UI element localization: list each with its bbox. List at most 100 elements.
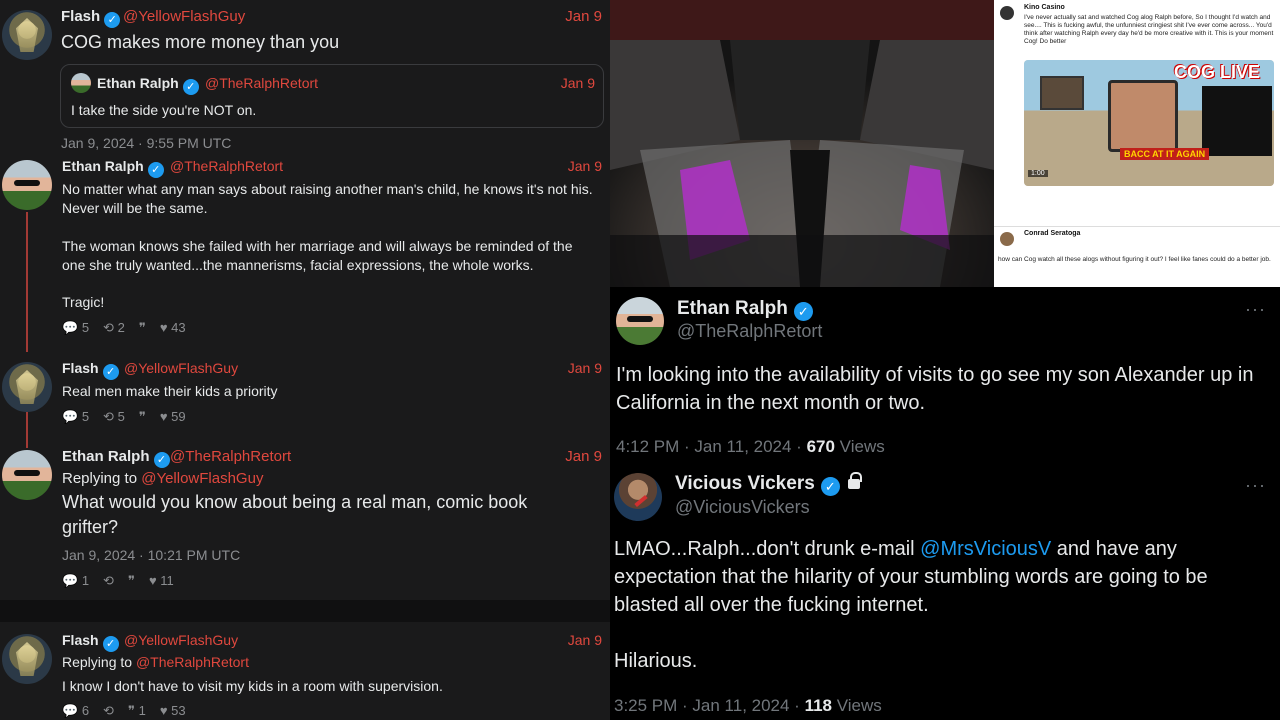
lock-icon [847,472,862,489]
post-date[interactable]: Jan 9 [568,158,602,174]
video-inset-dark [1202,86,1272,156]
avatar[interactable] [2,160,52,210]
retweet-icon: ⟲ [103,320,114,335]
quote-handle[interactable]: @TheRalphRetort [205,75,318,91]
reply-button[interactable]: 💬 5 [62,409,89,425]
verified-icon: ✓ [147,162,164,178]
card-text: I've never actually sat and watched Cog … [1024,14,1274,45]
retweet-button[interactable]: ⟲ [103,573,114,589]
post-timestamp[interactable]: Jan 9, 2024 · 9:55 PM UTC [61,135,231,151]
tweet2-author-name[interactable]: Vicious Vickers ✓ [675,472,862,496]
video-logo: COG LIVE [1174,62,1261,82]
like-icon: ♥ [148,573,157,588]
mention-link[interactable]: @MrsViciousV [920,538,1051,560]
author-name[interactable]: Ethan Ralph ✓ [62,448,170,468]
more-options-icon[interactable]: ··· [1245,299,1266,320]
quoted-tweet[interactable]: Ethan Ralph ✓ @TheRalphRetort Jan 9 I tak… [60,64,604,128]
thread-separator [0,600,610,622]
quote-author: Ethan Ralph ✓ [97,75,199,95]
reply-icon: 💬 [62,573,79,588]
author-name[interactable]: Flash ✓ [62,360,119,380]
post-flash-3[interactable]: Flash ✓ @YellowFlashGuy Jan 9 Replying to… [0,624,610,720]
post-date[interactable]: Jan 9 [565,448,602,465]
like-button[interactable]: ♥ 59 [160,409,186,425]
video-still-image [610,0,994,287]
quote-text: I take the side you're NOT on. [71,102,257,118]
post-date[interactable]: Jan 9 [565,8,602,25]
quote-button[interactable]: ❞ 1 [128,703,146,719]
post-ralph-1[interactable]: Ethan Ralph ✓ @TheRalphRetort Jan 9 No ma… [0,150,610,350]
retweet-button[interactable]: ⟲ 2 [103,320,125,336]
reply-button[interactable]: 💬 5 [62,320,89,336]
divider [994,226,1280,227]
avatar[interactable] [2,10,52,60]
tweet2-time[interactable]: 3:25 PM · Jan 11, 2024 · [614,696,805,715]
card-reply-text: how can Cog watch all these alogs withou… [998,256,1271,263]
more-options-icon[interactable]: ··· [1245,475,1266,496]
author-name[interactable]: Flash ✓ [61,8,121,28]
replying-to-link[interactable]: @TheRalphRetort [136,654,249,670]
avatar[interactable] [2,634,52,684]
quote-button[interactable]: ❞ [139,320,146,336]
tweet1-text: I'm looking into the availability of vis… [616,364,1254,414]
retweet-button[interactable]: ⟲ [103,703,114,719]
avatar [1000,6,1014,20]
retweet-button[interactable]: ⟲ 5 [103,409,125,425]
right-tweets-panel: Ethan Ralph ✓ @TheRalphRetort ··· I'm loo… [610,287,1280,720]
post-text-p3: Tragic! [62,294,105,310]
quote-icon: ❞ [127,703,135,718]
avatar[interactable] [614,473,662,521]
tweet1-time[interactable]: 4:12 PM · Jan 11, 2024 · [616,437,807,456]
tweet1-author-name[interactable]: Ethan Ralph ✓ [677,298,813,321]
post-flash-1[interactable]: Flash ✓ @YellowFlashGuy Jan 9 COG makes m… [0,0,610,151]
replying-to: Replying to @YellowFlashGuy [62,470,264,487]
author-handle[interactable]: @YellowFlashGuy [123,8,245,25]
post-stats: 💬 1 ⟲ ❞ ♥ 11 [62,573,174,589]
reply-button[interactable]: 💬 1 [62,573,89,589]
replying-to: Replying to @TheRalphRetort [62,654,249,670]
avatar[interactable] [2,450,52,500]
post-text: I know I don't have to visit my kids in … [62,678,443,694]
post-stats: 💬 6 ⟲ ❞ 1 ♥ 53 [62,703,186,719]
verified-icon: ✓ [102,364,119,380]
avatar [71,73,91,93]
author-handle[interactable]: @TheRalphRetort [170,448,291,465]
tweet2-meta: 3:25 PM · Jan 11, 2024 · 118 Views [614,696,882,715]
tweet2-handle[interactable]: @ViciousVickers [675,497,810,518]
post-ralph-2[interactable]: Ethan Ralph ✓ @TheRalphRetort Jan 9 Reply… [0,440,610,600]
post-flash-2[interactable]: Flash ✓ @YellowFlashGuy Jan 9 Real men ma… [0,352,610,432]
author-handle[interactable]: @TheRalphRetort [170,158,283,174]
quote-icon: ❞ [138,409,146,424]
like-icon: ♥ [159,409,168,424]
like-button[interactable]: ♥ 53 [160,703,186,719]
post-stats: 💬 5 ⟲ 5 ❞ ♥ 59 [62,409,186,425]
tweet1-meta: 4:12 PM · Jan 11, 2024 · 670 Views [616,437,885,456]
avatar[interactable] [2,362,52,412]
post-date[interactable]: Jan 9 [568,632,602,648]
card-reply-author: Conrad Seratoga [1024,230,1081,237]
reply-icon: 💬 [62,320,79,335]
post-date[interactable]: Jan 9 [568,360,602,376]
like-button[interactable]: ♥ 11 [149,573,174,589]
author-name[interactable]: Ethan Ralph ✓ [62,158,164,178]
author-name[interactable]: Flash ✓ [62,632,119,652]
like-icon: ♥ [159,320,168,335]
quote-button[interactable]: ❞ [128,573,135,589]
reply-icon: 💬 [62,703,79,718]
quote-icon: ❞ [138,320,146,335]
verified-icon: ✓ [182,79,199,95]
avatar[interactable] [616,297,664,345]
author-handle[interactable]: @YellowFlashGuy [124,632,238,648]
reply-button[interactable]: 💬 6 [62,703,89,719]
verified-icon: ✓ [153,452,170,468]
left-thread-panel: Flash ✓ @YellowFlashGuy Jan 9 COG makes m… [0,0,610,720]
replying-to-link[interactable]: @YellowFlashGuy [141,470,263,487]
like-button[interactable]: ♥ 43 [160,320,186,336]
card-author: Kino Casino [1024,4,1065,11]
card-video[interactable]: COG LIVE BACC AT IT AGAIN 1:00 [1024,60,1274,186]
tweet1-handle[interactable]: @TheRalphRetort [677,321,822,342]
post-timestamp[interactable]: Jan 9, 2024 · 10:21 PM UTC [62,547,240,563]
post-text: What would you know about being a real m… [62,492,528,537]
quote-button[interactable]: ❞ [139,409,146,425]
author-handle[interactable]: @YellowFlashGuy [124,360,238,376]
